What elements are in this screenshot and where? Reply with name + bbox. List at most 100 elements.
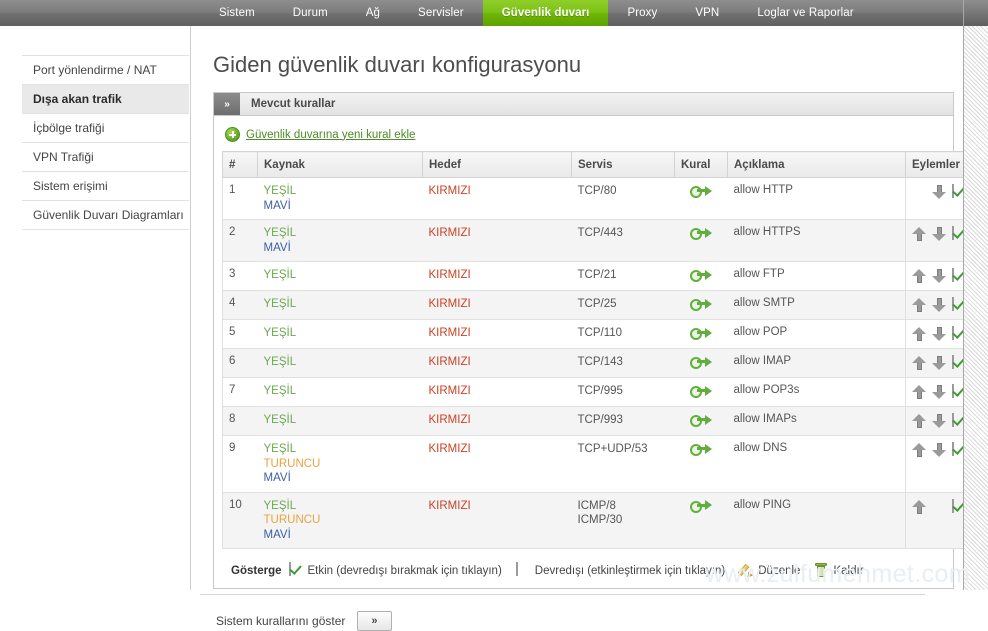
- show-system-rules-button[interactable]: »: [357, 611, 391, 631]
- source-zones: YEŞİL: [258, 320, 423, 349]
- destination-zone: KIRMIZI: [423, 320, 572, 349]
- move-up-arrow-icon[interactable]: [912, 327, 926, 342]
- destination-zone: KIRMIZI: [423, 178, 572, 220]
- legend-delete: Kaldır: [814, 563, 863, 578]
- rule-action: [675, 262, 728, 291]
- rule-action: [675, 492, 728, 549]
- add-rule-row: Güvenlik duvarına yeni kural ekle: [225, 127, 945, 142]
- move-down-arrow-icon[interactable]: [932, 414, 946, 429]
- sidebar-item-6[interactable]: Güvenlik Duvarı Diagramları: [22, 201, 189, 230]
- vertical-scrollbar-track[interactable]: [963, 0, 988, 590]
- rule-action: [675, 378, 728, 407]
- checkbox-checked-icon: [289, 563, 303, 578]
- source-zone-label: YEŞİL: [264, 413, 417, 428]
- move-down-arrow-icon[interactable]: [932, 385, 946, 400]
- move-up-arrow-icon[interactable]: [912, 269, 926, 284]
- nav-item-proxy[interactable]: Proxy: [608, 0, 676, 26]
- system-rules-row: Sistem kurallarını göster »: [216, 611, 947, 631]
- nav-item-servisler[interactable]: Servisler: [399, 0, 483, 26]
- source-zones: YEŞİL: [258, 349, 423, 378]
- service: TCP/110: [572, 320, 675, 349]
- move-down-arrow-icon[interactable]: [932, 298, 946, 313]
- nav-item-loglar-ve-raporlar[interactable]: Loglar ve Raporlar: [738, 0, 872, 26]
- service-line: TCP/993: [578, 413, 669, 428]
- table-row: 5YEŞİLKIRMIZITCP/110allow POP: [223, 320, 988, 349]
- destination-zone: KIRMIZI: [423, 436, 572, 493]
- sidebar-item-5[interactable]: Sistem erişimi: [22, 172, 189, 201]
- destination-zone-label: KIRMIZI: [429, 384, 566, 399]
- footer-divider: [200, 594, 925, 595]
- rule-number: 10: [223, 492, 258, 549]
- sidebar-item-3[interactable]: İçbölge trafiği: [22, 114, 189, 143]
- legend-disabled-label: Devredışı (etkinleştirmek için tıklayın): [535, 565, 725, 577]
- nav-item-ağ[interactable]: Ağ: [347, 0, 399, 26]
- rule-description: allow FTP: [728, 262, 906, 291]
- action-spacer: [932, 500, 946, 515]
- move-down-arrow-icon[interactable]: [932, 356, 946, 371]
- nav-item-güvenlik-duvarı[interactable]: Güvenlik duvarı: [483, 0, 609, 26]
- move-up-arrow-icon[interactable]: [912, 443, 926, 458]
- move-up-arrow-icon[interactable]: [912, 298, 926, 313]
- source-zone-label: YEŞİL: [264, 442, 417, 457]
- rule-action: [675, 220, 728, 262]
- nav-item-vpn[interactable]: VPN: [676, 0, 738, 26]
- sidebar-nav: Port yönlendirme / NATDışa akan trafikİç…: [22, 55, 189, 230]
- move-up-arrow-icon[interactable]: [912, 356, 926, 371]
- source-zones: YEŞİL: [258, 378, 423, 407]
- move-up-arrow-icon[interactable]: [912, 227, 926, 242]
- sidebar-item-4[interactable]: VPN Trafiği: [22, 143, 189, 172]
- source-zones: YEŞİLTURUNCUMAVİ: [258, 436, 423, 493]
- table-row: 8YEŞİLKIRMIZITCP/993allow IMAPs: [223, 407, 988, 436]
- service-line: ICMP/8: [578, 499, 669, 514]
- panel-collapse-toggle[interactable]: »: [214, 93, 240, 115]
- rule-number: 3: [223, 262, 258, 291]
- column-header-6: Açıklama: [728, 152, 906, 178]
- trash-icon: [814, 563, 828, 578]
- table-row: 7YEŞİLKIRMIZITCP/995allow POP3s: [223, 378, 988, 407]
- rule-description: allow HTTPS: [728, 220, 906, 262]
- service: TCP+UDP/53: [572, 436, 675, 493]
- nav-item-sistem[interactable]: Sistem: [200, 0, 274, 26]
- rule-number: 6: [223, 349, 258, 378]
- rule-description: allow HTTP: [728, 178, 906, 220]
- move-down-arrow-icon[interactable]: [932, 327, 946, 342]
- move-down-arrow-icon[interactable]: [932, 443, 946, 458]
- destination-zone-label: KIRMIZI: [429, 226, 566, 241]
- rule-action: [675, 349, 728, 378]
- rule-number: 5: [223, 320, 258, 349]
- move-down-arrow-icon[interactable]: [932, 185, 946, 200]
- page-title: Giden güvenlik duvarı konfigurasyonu: [213, 52, 947, 78]
- service-line: TCP/80: [578, 184, 669, 199]
- checkbox-unchecked-icon: [516, 563, 530, 578]
- move-up-arrow-icon[interactable]: [912, 500, 926, 515]
- nav-item-durum[interactable]: Durum: [274, 0, 347, 26]
- source-zone-label: YEŞİL: [264, 326, 417, 341]
- source-zone-label: YEŞİL: [264, 268, 417, 283]
- add-new-firewall-rule-link[interactable]: Güvenlik duvarına yeni kural ekle: [246, 129, 415, 141]
- move-up-arrow-icon[interactable]: [912, 414, 926, 429]
- legend-edit: Düzenle: [739, 563, 800, 578]
- source-zone-label: YEŞİL: [264, 226, 417, 241]
- rule-action: [675, 291, 728, 320]
- rule-action: [675, 436, 728, 493]
- sidebar-item-2[interactable]: Dışa akan trafik: [22, 85, 189, 114]
- destination-zone: KIRMIZI: [423, 262, 572, 291]
- destination-zone-label: KIRMIZI: [429, 413, 566, 428]
- rule-flow-allow-icon: [690, 268, 712, 281]
- plus-circle-icon: [225, 127, 240, 142]
- source-zone-label: TURUNCU: [264, 513, 417, 528]
- move-down-arrow-icon[interactable]: [932, 227, 946, 242]
- rule-flow-allow-icon: [690, 442, 712, 455]
- rule-number: 9: [223, 436, 258, 493]
- service-line: ICMP/30: [578, 513, 669, 528]
- column-header-5: Kural: [675, 152, 728, 178]
- column-header-3: Hedef: [423, 152, 572, 178]
- move-down-arrow-icon[interactable]: [932, 269, 946, 284]
- service: TCP/143: [572, 349, 675, 378]
- rule-description: allow SMTP: [728, 291, 906, 320]
- move-up-arrow-icon[interactable]: [912, 385, 926, 400]
- table-row: 9YEŞİLTURUNCUMAVİKIRMIZITCP+UDP/53allow …: [223, 436, 988, 493]
- legend-title: Gösterge: [231, 565, 282, 577]
- sidebar-item-1[interactable]: Port yönlendirme / NAT: [22, 55, 189, 85]
- rule-flow-allow-icon: [690, 297, 712, 310]
